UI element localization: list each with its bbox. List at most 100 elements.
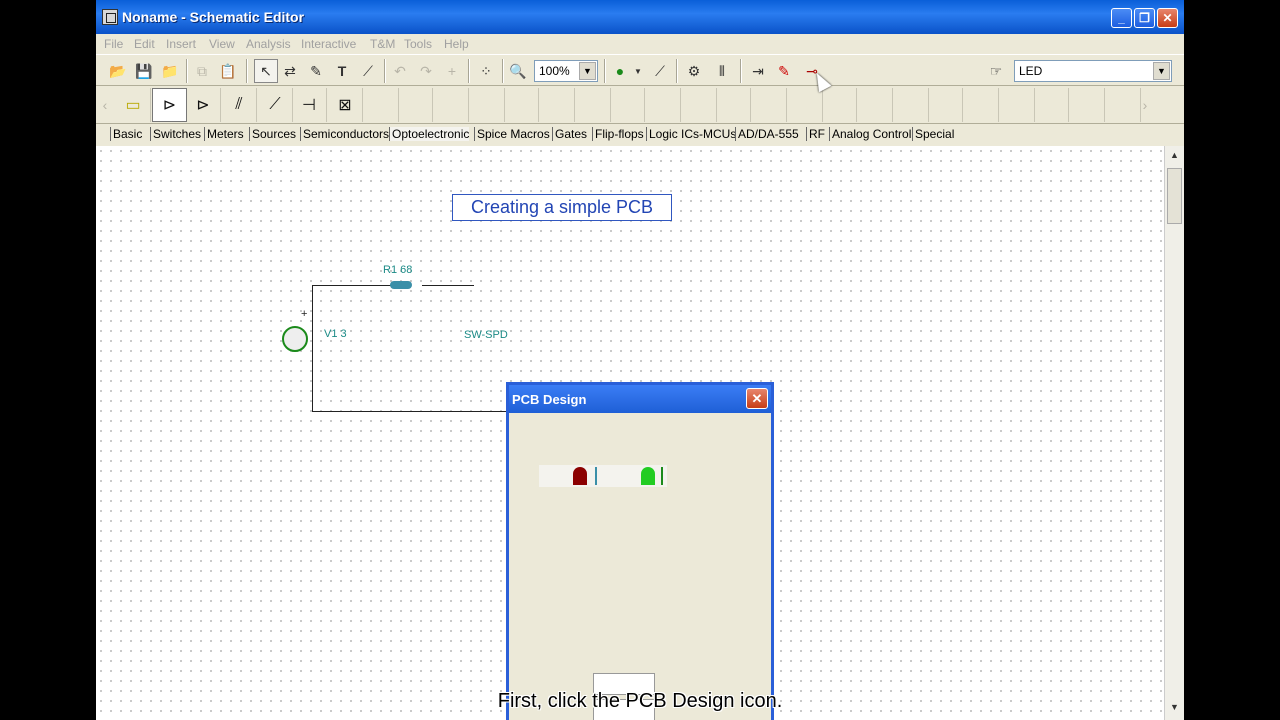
undo-icon[interactable]: ↶ <box>388 59 412 83</box>
open-folder-icon[interactable]: 📁 <box>158 59 182 83</box>
empty-slot[interactable] <box>504 88 539 122</box>
minimize-button[interactable]: _ <box>1111 8 1132 28</box>
menu-help[interactable]: Help <box>444 37 469 51</box>
probe-icon[interactable]: ⟋ <box>648 59 672 83</box>
chevron-down-icon[interactable]: ▼ <box>579 62 596 80</box>
empty-slot[interactable] <box>540 88 575 122</box>
empty-slot[interactable] <box>398 88 433 122</box>
scroll-thumb[interactable] <box>1167 168 1182 224</box>
empty-slot[interactable] <box>788 88 823 122</box>
led-bar-icon[interactable]: ▭ <box>116 88 151 122</box>
empty-slot[interactable] <box>894 88 929 122</box>
empty-slot[interactable] <box>1000 88 1035 122</box>
chevron-right-icon[interactable]: › <box>1140 90 1150 120</box>
menu-analysis[interactable]: Analysis <box>246 37 291 51</box>
zoom-select[interactable]: 100% ▼ <box>534 60 598 82</box>
schematic-canvas[interactable]: Creating a simple PCB R1 68 + V1 3 SW-SP… <box>96 146 1164 720</box>
empty-slot[interactable] <box>822 88 857 122</box>
copy-icon[interactable]: ⧉ <box>190 59 214 83</box>
app-icon[interactable] <box>102 9 118 25</box>
empty-slot[interactable] <box>752 88 787 122</box>
tab-analog-control[interactable]: Analog Control <box>829 127 911 141</box>
photocell-icon[interactable]: ⊣ <box>292 88 327 122</box>
redo-icon[interactable]: ↷ <box>414 59 438 83</box>
optocoupler-icon[interactable]: ⊠ <box>328 88 363 122</box>
empty-slot[interactable] <box>964 88 999 122</box>
empty-slot[interactable] <box>470 88 505 122</box>
battery-symbol[interactable] <box>282 326 308 352</box>
tab-logic-ics-mcus[interactable]: Logic ICs-MCUs <box>646 127 736 141</box>
tab-semiconductors[interactable]: Semiconductors <box>300 127 389 141</box>
analysis-settings-icon[interactable]: ⚙ <box>682 59 706 83</box>
empty-slot[interactable] <box>928 88 963 122</box>
empty-slot[interactable] <box>1070 88 1105 122</box>
chevron-down-icon[interactable]: ▼ <box>632 59 644 83</box>
select-arrow-icon[interactable]: ↖ <box>254 59 278 83</box>
switch-label[interactable]: SW-SPD <box>464 329 508 341</box>
tab-meters[interactable]: Meters <box>204 127 244 141</box>
tab-flip-flops[interactable]: Flip-flops <box>592 127 644 141</box>
close-button[interactable]: ✕ <box>1157 8 1178 28</box>
empty-slot[interactable] <box>646 88 681 122</box>
tab-sources[interactable]: Sources <box>249 127 296 141</box>
led-icon[interactable]: ⊳ <box>152 88 187 122</box>
open-icon[interactable]: 📂 <box>106 59 130 83</box>
diode-icon[interactable]: ⊳ <box>186 88 221 122</box>
menu-tm[interactable]: T&M <box>370 37 395 51</box>
text-tool-icon[interactable]: T <box>330 59 354 83</box>
empty-slot[interactable] <box>682 88 717 122</box>
tab-switches[interactable]: Switches <box>150 127 201 141</box>
chevron-left-icon[interactable]: ‹ <box>100 90 110 120</box>
resistor-symbol[interactable] <box>390 281 412 289</box>
phototransistor-icon[interactable]: ⟋ <box>258 88 293 122</box>
tab-rf[interactable]: RF <box>806 127 825 141</box>
menu-view[interactable]: View <box>209 37 235 51</box>
graphics-tool-icon[interactable]: ⟋ <box>356 59 380 83</box>
empty-slot[interactable] <box>716 88 751 122</box>
wire[interactable] <box>312 285 313 411</box>
scroll-up-icon[interactable]: ▲ <box>1167 150 1182 164</box>
tab-special[interactable]: Special <box>912 127 954 141</box>
empty-slot[interactable] <box>1106 88 1141 122</box>
pcb-export-icon[interactable]: ✎ <box>772 59 796 83</box>
component-icon[interactable]: ⇥ <box>746 59 770 83</box>
menu-tools[interactable]: Tools <box>404 37 432 51</box>
tab-optoelectronic[interactable]: Optoelectronic <box>389 127 470 141</box>
photodiode-icon[interactable]: ⫽ <box>222 88 257 122</box>
close-icon[interactable]: ✕ <box>746 388 768 409</box>
save-icon[interactable]: 💾 <box>132 59 156 83</box>
empty-slot[interactable] <box>434 88 469 122</box>
resistor-label[interactable]: R1 68 <box>383 264 412 276</box>
pencil-icon[interactable]: ✎ <box>304 59 328 83</box>
crosshair-icon[interactable]: + <box>440 59 464 83</box>
component-search-icon[interactable]: ☞ <box>984 59 1008 83</box>
zoom-icon[interactable]: 🔍 <box>506 59 530 83</box>
instrument-icon[interactable]: ⫴ <box>710 59 734 83</box>
menu-interactive[interactable]: Interactive <box>301 37 356 51</box>
menu-edit[interactable]: Edit <box>134 37 155 51</box>
paste-icon[interactable]: 📋 <box>216 59 240 83</box>
wire-tool-icon[interactable]: ⇄ <box>278 59 302 83</box>
schematic-banner[interactable]: Creating a simple PCB <box>452 194 672 221</box>
empty-slot[interactable] <box>1034 88 1069 122</box>
chevron-down-icon[interactable]: ▼ <box>1153 62 1170 80</box>
menu-file[interactable]: File <box>104 37 123 51</box>
grid-icon[interactable]: ⁘ <box>474 59 498 83</box>
menu-insert[interactable]: Insert <box>166 37 196 51</box>
tab-basic[interactable]: Basic <box>110 127 142 141</box>
vertical-scrollbar[interactable]: ▲ ▼ <box>1164 146 1184 720</box>
empty-slot[interactable] <box>576 88 611 122</box>
dc-analysis-icon[interactable]: ● <box>608 59 632 83</box>
pcb-design-dialog[interactable]: PCB Design ✕ <box>506 382 774 720</box>
wire[interactable] <box>312 411 508 412</box>
tab-ad-da-555[interactable]: AD/DA-555 <box>735 127 799 141</box>
wire[interactable] <box>422 285 474 286</box>
title-bar[interactable]: Noname - Schematic Editor _ ❐ ✕ <box>96 0 1184 34</box>
empty-slot[interactable] <box>858 88 893 122</box>
tab-spice-macros[interactable]: Spice Macros <box>474 127 550 141</box>
empty-slot[interactable] <box>364 88 399 122</box>
battery-label[interactable]: V1 3 <box>324 328 347 340</box>
component-search-input[interactable]: LED ▼ <box>1014 60 1172 82</box>
tab-gates[interactable]: Gates <box>552 127 587 141</box>
maximize-button[interactable]: ❐ <box>1134 8 1155 28</box>
